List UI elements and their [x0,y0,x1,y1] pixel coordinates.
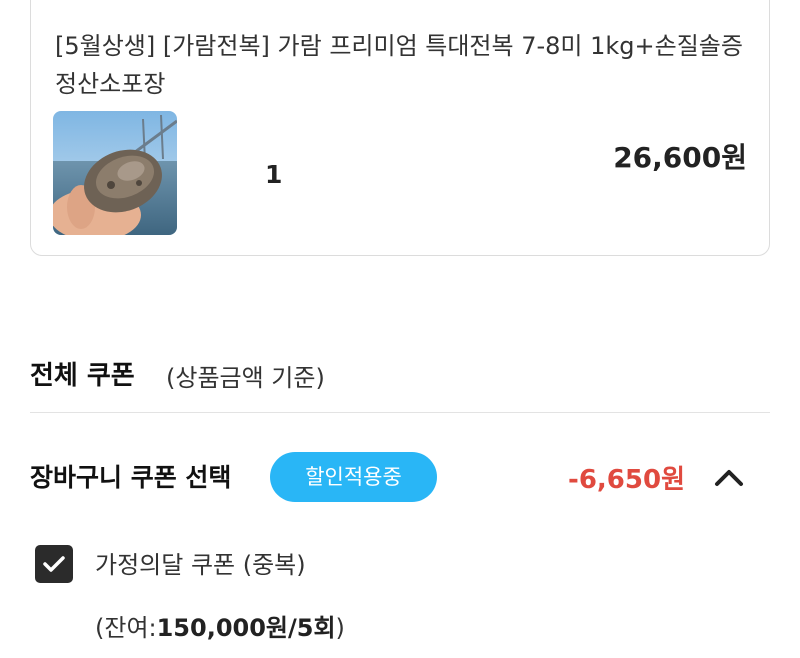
checkmark-icon [43,556,65,572]
discount-amount: -6,650원 [568,465,685,495]
remaining-suffix: ) [335,614,345,642]
section-subtitle: (상품금액 기준) [166,364,325,392]
coupon-name[interactable]: 가정의달 쿠폰 (중복) [95,545,306,580]
cart-page: [5월상생] [가람전복] 가람 프리미엄 특대전복 7-8미 1kg+손질솔증… [0,0,800,658]
product-title[interactable]: [5월상생] [가람전복] 가람 프리미엄 특대전복 7-8미 1kg+손질솔증… [55,27,755,103]
product-price: 26,600원 [613,141,747,174]
discount-applied-badge: 할인적용중 [270,452,437,502]
chevron-up-icon[interactable] [714,466,744,488]
remaining-value: 150,000원/5회 [156,614,336,642]
divider [30,412,770,413]
product-quantity: 1 [265,160,283,189]
product-thumbnail[interactable] [53,111,177,235]
product-card: [5월상생] [가람전복] 가람 프리미엄 특대전복 7-8미 1kg+손질솔증… [30,0,770,256]
abalone-photo-icon [53,111,177,235]
coupon-checkbox[interactable] [35,545,73,583]
cart-coupon-label: 장바구니 쿠폰 선택 [30,463,232,492]
remaining-prefix: (잔여: [95,614,157,642]
coupon-remaining: (잔여:150,000원/5회) [95,608,345,643]
section-title: 전체 쿠폰 [30,361,135,391]
